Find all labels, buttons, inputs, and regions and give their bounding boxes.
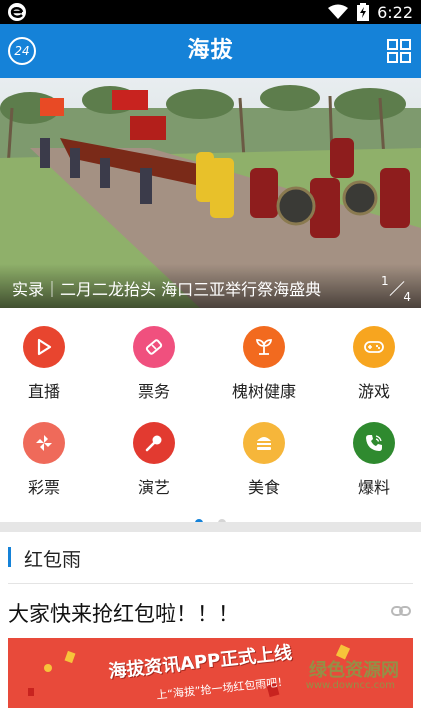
banner-page-indicator: 1 4 bbox=[379, 274, 413, 304]
status-bar: 6:22 bbox=[0, 0, 421, 24]
menu-item-label: 爆料 bbox=[357, 478, 390, 497]
menu-item-food[interactable]: 美食 bbox=[224, 422, 304, 512]
banner-caption: 实录｜二月二龙抬头 海口三亚举行祭海盛典 bbox=[12, 280, 322, 299]
phone-icon bbox=[353, 422, 395, 464]
menu-item-label: 演艺 bbox=[137, 478, 170, 497]
menu-item-tickets[interactable]: 票务 bbox=[114, 326, 194, 416]
menu-item-report[interactable]: 爆料 bbox=[334, 422, 414, 512]
menu-item-health[interactable]: 槐树健康 bbox=[224, 326, 304, 416]
section-header: 红包雨 bbox=[0, 533, 421, 584]
banner-carousel[interactable]: 实录｜二月二龙抬头 海口三亚举行祭海盛典 1 4 bbox=[0, 78, 421, 308]
link-icon[interactable] bbox=[391, 604, 411, 618]
microphone-icon bbox=[133, 422, 175, 464]
leaf-icon bbox=[243, 326, 285, 368]
menu-item-label: 游戏 bbox=[357, 382, 390, 401]
menu-grid: 直播 票务 槐树健康 游戏 彩票 演艺 美食 爆料 bbox=[0, 308, 421, 527]
gamepad-icon bbox=[353, 326, 395, 368]
section-divider bbox=[0, 522, 421, 532]
page-indicator-slash bbox=[389, 281, 405, 296]
ticket-icon bbox=[133, 326, 175, 368]
menu-item-label: 槐树健康 bbox=[231, 382, 296, 401]
menu-item-performance[interactable]: 演艺 bbox=[114, 422, 194, 512]
burger-icon bbox=[243, 422, 285, 464]
menu-item-label: 直播 bbox=[27, 382, 60, 401]
pinwheel-icon bbox=[23, 422, 65, 464]
menu-item-label: 彩票 bbox=[27, 478, 60, 497]
app-bar: 24 海拔 bbox=[0, 24, 421, 78]
banner-current-page: 1 bbox=[381, 274, 389, 288]
section-underline bbox=[8, 583, 413, 584]
article-title[interactable]: 大家快来抢红包啦！！！ bbox=[8, 598, 239, 628]
section-accent-bar bbox=[8, 547, 11, 567]
battery-icon bbox=[357, 3, 370, 21]
banner-total-pages: 4 bbox=[403, 290, 411, 304]
menu-item-label: 美食 bbox=[247, 478, 280, 497]
watermark-url: www.downcc.com bbox=[305, 680, 395, 691]
grid-menu-icon[interactable] bbox=[387, 39, 411, 63]
clock: 6:22 bbox=[377, 2, 413, 22]
menu-item-lottery[interactable]: 彩票 bbox=[4, 422, 84, 512]
app-e-icon bbox=[8, 3, 26, 21]
banner-caption-overlay: 实录｜二月二龙抬头 海口三亚举行祭海盛典 bbox=[0, 264, 421, 308]
watermark-text: 绿色资源网 bbox=[309, 660, 399, 681]
ad-banner[interactable]: 海拔资讯APP正式上线 上“海拔”抢一场红包雨吧！ 绿色资源网 www.down… bbox=[8, 638, 413, 708]
menu-item-games[interactable]: 游戏 bbox=[334, 326, 414, 416]
menu-item-live[interactable]: 直播 bbox=[4, 326, 84, 416]
wifi-icon bbox=[328, 4, 349, 19]
play-icon bbox=[23, 326, 65, 368]
section-title: 红包雨 bbox=[24, 549, 82, 571]
page-title: 海拔 bbox=[187, 38, 234, 63]
menu-item-label: 票务 bbox=[137, 382, 170, 401]
